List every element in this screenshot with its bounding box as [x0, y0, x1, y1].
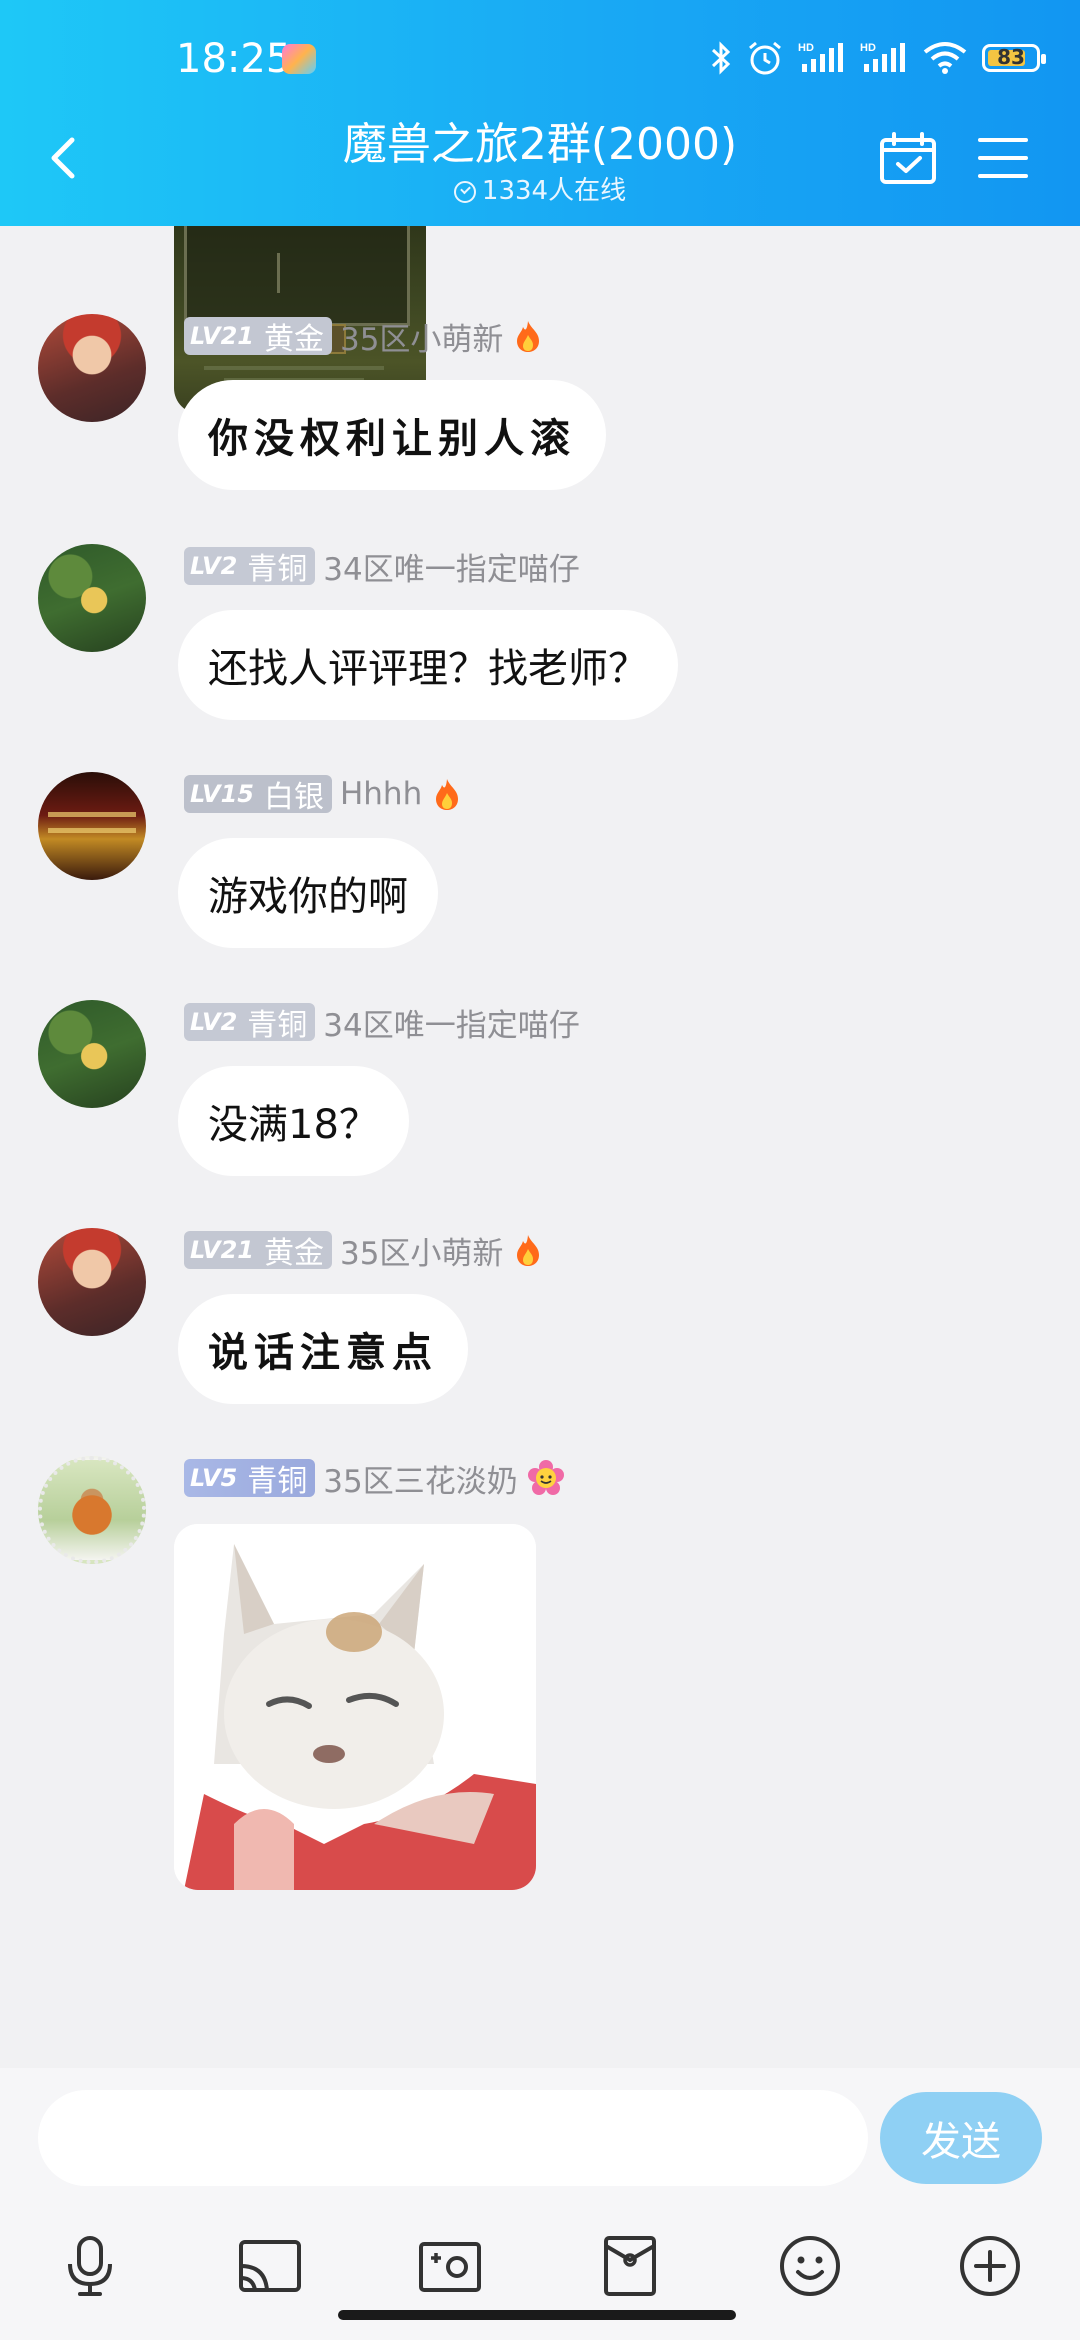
level-badge: LV2 青铜	[184, 547, 316, 587]
voice-button[interactable]	[54, 2230, 126, 2302]
sender-info: LV2 青铜 34区唯一指定喵仔	[184, 544, 580, 589]
calendar-check-button[interactable]	[878, 130, 938, 186]
red-packet-button[interactable]	[594, 2230, 666, 2302]
svg-text:HD: HD	[860, 42, 876, 54]
sender-name[interactable]: 35区小萌新	[340, 1228, 503, 1273]
sender-name[interactable]: 35区三花淡奶	[323, 1456, 517, 1501]
plus-icon	[960, 2236, 1020, 2296]
alarm-icon	[749, 41, 781, 75]
level-badge: LV2 青铜	[184, 1003, 316, 1043]
sender-info: LV2 青铜 34区唯一指定喵仔	[184, 1000, 580, 1045]
menu-button[interactable]	[976, 134, 1030, 182]
microphone-icon	[68, 2236, 112, 2296]
avatar[interactable]	[38, 772, 146, 880]
sender-name[interactable]: Hhhh	[340, 776, 422, 812]
sender-name[interactable]: 34区唯一指定喵仔	[323, 544, 579, 589]
hd-signal-icon: HD	[860, 42, 905, 72]
avatar[interactable]	[38, 1456, 146, 1564]
fire-icon	[517, 1235, 540, 1266]
flower-badge-icon	[527, 1460, 564, 1495]
game-app-icon	[282, 44, 316, 74]
status-icons: HD HD 83	[710, 40, 1046, 76]
hd-signal-icon: HD	[798, 42, 843, 72]
input-area: 发送	[0, 2068, 1080, 2340]
cat-sticker[interactable]	[174, 1524, 536, 1890]
sender-info: LV15 白银 Hhhh	[184, 774, 462, 815]
message-list[interactable]: LV21 黄金 35区小萌新 你没权利让别人滚 LV2 青铜 34区唯一指定喵仔 还…	[0, 226, 1080, 2066]
bluetooth-icon	[711, 41, 731, 75]
level-badge: LV21 黄金	[184, 317, 332, 357]
wifi-icon	[923, 42, 967, 74]
avatar[interactable]	[38, 314, 146, 422]
sender-info: LV21 黄金 35区小萌新	[184, 1228, 543, 1273]
send-button[interactable]: 发送	[880, 2092, 1042, 2184]
sender-name[interactable]: 35区小萌新	[340, 314, 503, 359]
message-bubble[interactable]: 没满18？	[178, 1066, 409, 1176]
camera-button[interactable]	[414, 2230, 486, 2302]
more-button[interactable]	[954, 2230, 1026, 2302]
input-toolbar	[0, 2230, 1080, 2310]
message-bubble[interactable]: 说话注意点	[178, 1294, 468, 1404]
sender-info: LV5 青铜 35区三花淡奶	[184, 1456, 564, 1501]
message-bubble[interactable]: 还找人评评理？找老师？	[178, 610, 678, 720]
online-count-text: 1334人在线	[481, 176, 627, 206]
level-badge: LV21 黄金	[184, 1231, 332, 1271]
emoji-button[interactable]	[774, 2230, 846, 2302]
home-indicator[interactable]	[338, 2310, 736, 2320]
message-bubble[interactable]: 游戏你的啊	[178, 838, 438, 948]
level-badge: LV15 白银	[184, 775, 332, 815]
avatar[interactable]	[38, 544, 146, 652]
avatar[interactable]	[38, 1228, 146, 1336]
screen-share-button[interactable]	[234, 2230, 306, 2302]
camera-icon	[419, 2242, 481, 2292]
level-badge: LV5 青铜	[184, 1459, 316, 1499]
svg-text:HD: HD	[798, 42, 814, 54]
avatar[interactable]	[38, 1000, 146, 1108]
fire-icon	[517, 321, 540, 352]
battery-icon: 83	[982, 44, 1046, 72]
message-bubble[interactable]: 你没权利让别人滚	[178, 380, 606, 490]
online-check-icon	[453, 181, 476, 203]
sender-name[interactable]: 34区唯一指定喵仔	[323, 1000, 579, 1045]
fire-icon	[436, 779, 459, 810]
emoji-icon	[780, 2236, 840, 2296]
chat-header: 18:25 HD HD 83 魔兽之旅2群(2000) 1334人在线	[0, 0, 1080, 226]
red-packet-icon	[604, 2236, 656, 2296]
status-time: 18:25	[176, 36, 292, 82]
screen-cast-icon	[239, 2240, 301, 2292]
battery-level: 83	[997, 45, 1025, 69]
message-input[interactable]	[38, 2090, 868, 2186]
sender-info: LV21 黄金 35区小萌新	[184, 314, 543, 359]
